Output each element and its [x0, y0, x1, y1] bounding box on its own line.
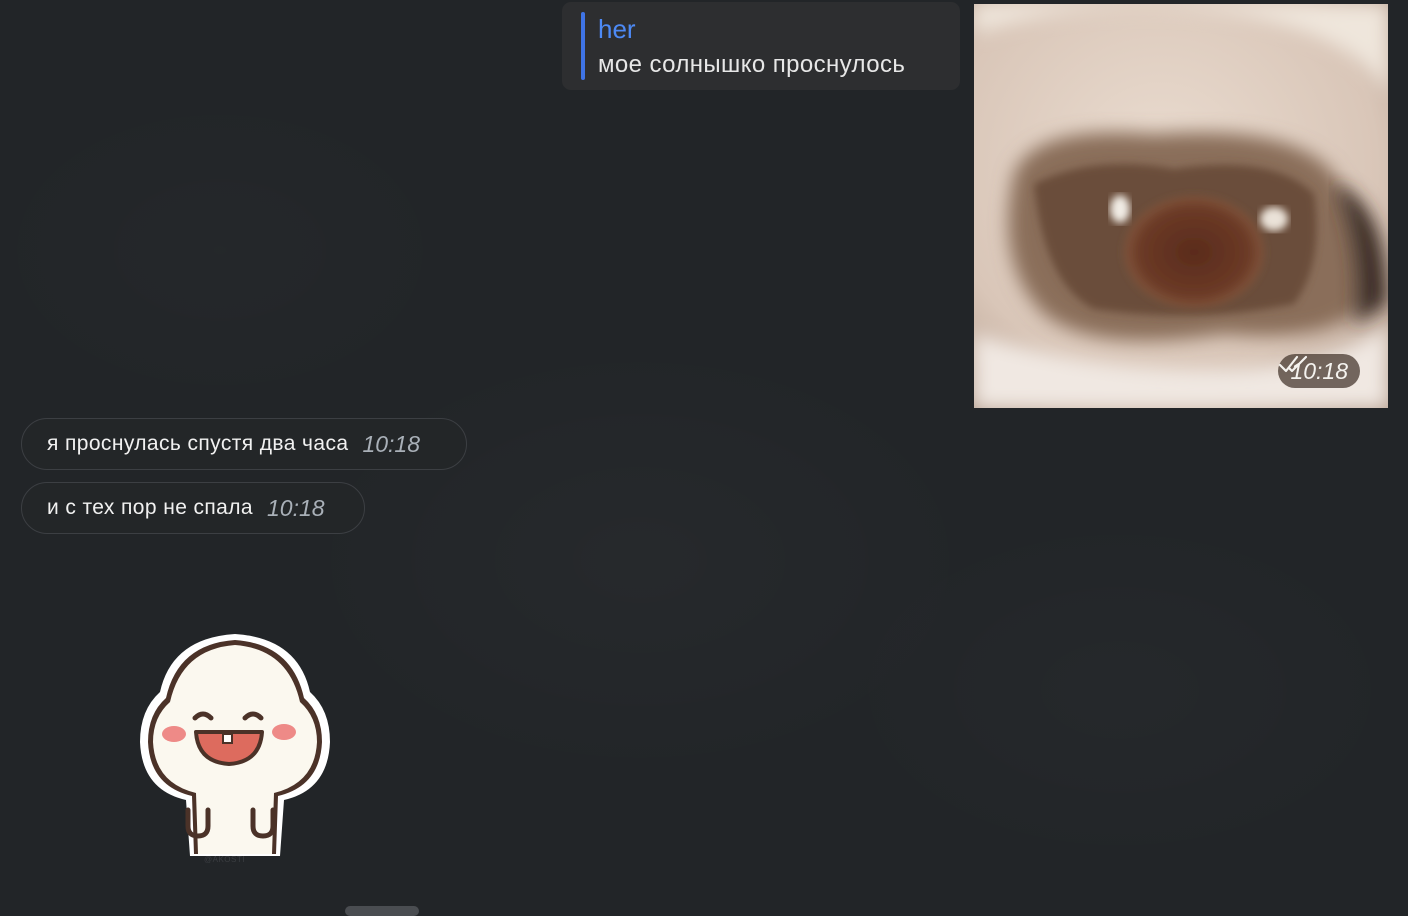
smiling-sticker-icon: [140, 634, 330, 856]
reply-quote-bar: [581, 12, 585, 80]
message-time: 10:18: [362, 430, 420, 457]
photo-timestamp-badge: 10:18: [1278, 354, 1360, 388]
sticker-message[interactable]: [132, 630, 338, 870]
incoming-message-bubble[interactable]: и с тех пор не спала 10:18: [21, 482, 365, 534]
quoted-author-name[interactable]: her: [598, 14, 636, 44]
message-text: я проснулась спустя два часа: [47, 432, 349, 455]
reply-message-bubble[interactable]: her мое солнышко проснулось: [562, 2, 960, 90]
double-check-icon: [1279, 355, 1308, 373]
message-time: 10:18: [267, 494, 325, 521]
incoming-message-bubble[interactable]: я проснулась спустя два часа 10:18: [21, 418, 467, 470]
message-text: и с тех пор не спала: [47, 496, 253, 519]
reply-message-text: мое солнышко проснулось: [598, 51, 906, 78]
photo-image: [974, 4, 1388, 408]
next-message-edge: [345, 906, 419, 916]
photo-message[interactable]: 10:18: [974, 4, 1388, 408]
sticker-credit: @AKOSTI: [204, 855, 245, 864]
